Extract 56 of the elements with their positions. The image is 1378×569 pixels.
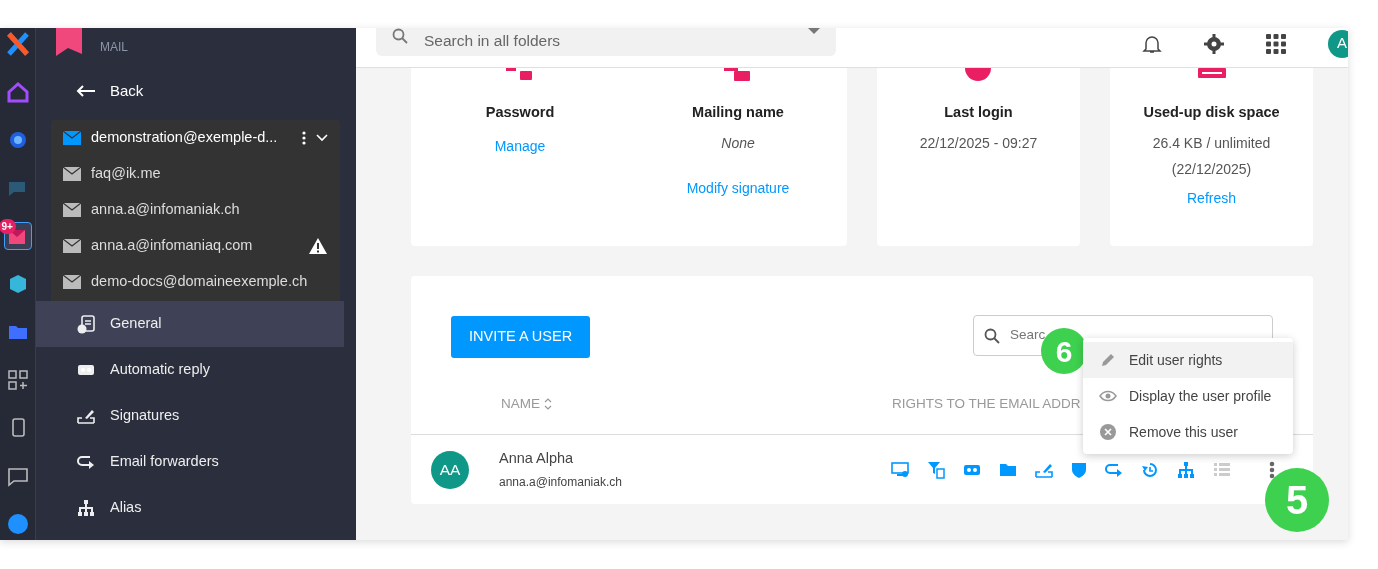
house-icon xyxy=(5,80,30,104)
chevron-down-icon[interactable] xyxy=(316,133,328,142)
user-avatar: AA xyxy=(431,450,469,489)
step-badge: 5 xyxy=(1265,468,1329,532)
info-title: Used-up disk space xyxy=(1143,103,1280,122)
info-value: None xyxy=(721,133,755,153)
support-icon xyxy=(5,512,30,536)
document-info-icon xyxy=(76,313,96,334)
search-input[interactable]: Search in all folders xyxy=(422,28,794,53)
app-tab[interactable]: 9+ xyxy=(3,222,32,250)
menu-item[interactable]: General xyxy=(36,300,344,347)
add-apps-icon xyxy=(5,368,30,392)
info-value: 26.4 KB / unlimited xyxy=(1152,133,1271,153)
search-icon xyxy=(984,327,1000,344)
caret-icon[interactable] xyxy=(808,28,820,34)
user-name: Anna Alpha xyxy=(499,448,575,468)
info-title: Last login xyxy=(944,103,1013,122)
menu-item[interactable]: Alias xyxy=(36,484,344,531)
search-icon xyxy=(392,28,408,44)
remove-icon xyxy=(1099,423,1117,441)
forward-arrow-icon xyxy=(77,453,95,470)
account-item[interactable]: demonstration@exemple-d... xyxy=(51,119,340,156)
apps-grid-icon[interactable] xyxy=(1266,33,1286,54)
account-item[interactable]: anna.a@infomaniaq.com xyxy=(51,227,340,264)
bell-icon[interactable] xyxy=(1142,33,1162,54)
hierarchy-icon xyxy=(77,498,95,517)
account-item[interactable]: demo-docs@domaineexemple.ch xyxy=(51,263,340,300)
sort-icon[interactable] xyxy=(543,398,552,411)
info-value: 22/12/2025 - 09:27 xyxy=(919,133,1038,153)
menu-item[interactable]: Email forwarders xyxy=(36,438,344,485)
kebab-icon[interactable] xyxy=(302,130,306,145)
kebab-icon[interactable] xyxy=(1269,460,1275,479)
menu-item[interactable]: Display the user profile xyxy=(1083,378,1293,414)
pencil-icon xyxy=(1099,351,1117,369)
user-email: anna.a@infomaniak.ch xyxy=(499,474,622,492)
info-value: (22/12/2025) xyxy=(1171,159,1252,179)
tape-icon xyxy=(77,363,95,376)
app-logo-icon xyxy=(5,32,30,56)
back-link[interactable]: Back xyxy=(36,68,356,115)
back-arrow-icon xyxy=(76,85,96,98)
pen-icon xyxy=(77,407,95,424)
user-avatar[interactable]: A xyxy=(1328,29,1348,58)
info-title: Password xyxy=(485,103,555,122)
settings-icon[interactable] xyxy=(1204,33,1224,54)
menu-item[interactable]: Remove this user xyxy=(1083,414,1293,450)
menu-item[interactable]: Automatic reply xyxy=(36,346,344,393)
warning-icon xyxy=(308,236,328,255)
search-bar[interactable]: Search in all folders xyxy=(376,28,836,56)
menu-item[interactable]: Signatures xyxy=(36,392,344,439)
account-item[interactable]: anna.a@infomaniak.ch xyxy=(51,191,340,228)
info-title: Mailing name xyxy=(692,103,784,122)
account-item[interactable]: faq@ik.me xyxy=(51,155,340,192)
app-label: MAIL xyxy=(100,39,128,56)
menu-item[interactable]: Edit user rights xyxy=(1083,342,1293,378)
column-header: RIGHTS TO THE EMAIL ADDR xyxy=(892,395,1081,413)
notification-badge: 9+ xyxy=(0,219,16,234)
